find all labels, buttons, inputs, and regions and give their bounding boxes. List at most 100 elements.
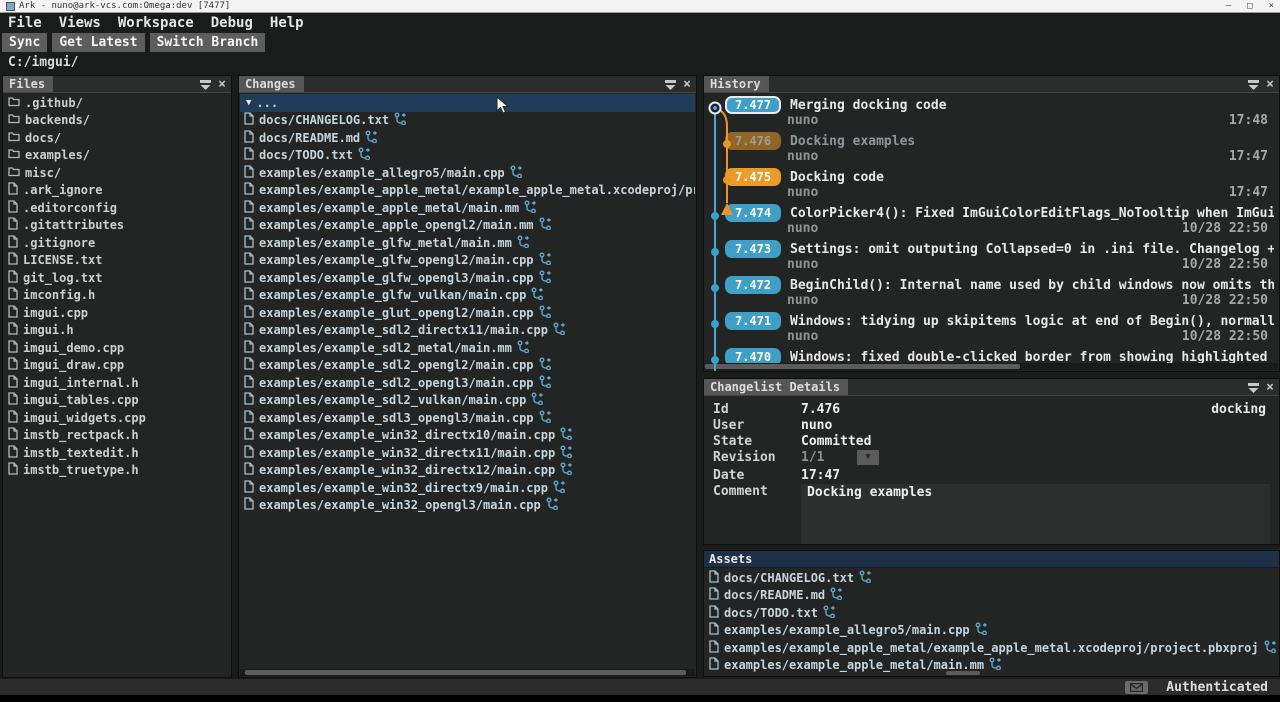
scrollbar-thumb[interactable]: [245, 670, 686, 675]
toolbar-button-get-latest[interactable]: Get Latest: [52, 33, 144, 52]
files-list-item[interactable]: .gitignore: [4, 234, 230, 252]
changes-hscrollbar[interactable]: [240, 669, 695, 676]
changes-list-item[interactable]: examples/example_win32_directx11/main.cp…: [240, 444, 695, 462]
menu-item-help[interactable]: Help: [270, 15, 304, 31]
changes-list-item[interactable]: docs/README.md: [240, 129, 695, 147]
filter-icon[interactable]: [665, 75, 676, 94]
files-list-item[interactable]: LICENSE.txt: [4, 252, 230, 270]
files-list-item[interactable]: docs/: [4, 129, 230, 147]
files-list-item[interactable]: .ark_ignore: [4, 182, 230, 200]
toolbar-button-sync[interactable]: Sync: [2, 33, 47, 52]
changes-list-item[interactable]: examples/example_apple_opengl2/main.mm: [240, 217, 695, 235]
toolbar-button-switch-branch[interactable]: Switch Branch: [150, 33, 266, 52]
folder-icon: [8, 148, 20, 162]
scrollbar-thumb[interactable]: [705, 364, 1020, 369]
changes-list-item[interactable]: examples/example_glfw_opengl3/main.cpp: [240, 269, 695, 287]
changes-list-item[interactable]: examples/example_sdl3_opengl3/main.cpp: [240, 409, 695, 427]
files-list-item[interactable]: backends/: [4, 112, 230, 130]
files-list-item[interactable]: imstb_textedit.h: [4, 444, 230, 462]
files-list-item[interactable]: imgui_demo.cpp: [4, 339, 230, 357]
changes-root-row[interactable]: ▼...: [240, 94, 695, 112]
changes-list-item[interactable]: examples/example_allegro5/main.cpp: [240, 164, 695, 182]
history-entry[interactable]: 7.474ColorPicker4(): Fixed ImGuiColorEdi…: [705, 202, 1278, 238]
chevron-down-icon[interactable]: ▼: [246, 98, 251, 108]
tab-files[interactable]: Files: [3, 76, 53, 92]
files-list-item[interactable]: imgui.h: [4, 322, 230, 340]
changes-list-item[interactable]: examples/example_glut_opengl2/main.cpp: [240, 304, 695, 322]
file-name: docs/: [25, 131, 61, 145]
history-entry[interactable]: 7.475Docking codenuno17:47: [705, 166, 1278, 202]
close-icon[interactable]: ×: [683, 79, 691, 90]
changes-list-item[interactable]: examples/example_sdl2_vulkan/main.cpp: [240, 392, 695, 410]
changes-list-item[interactable]: examples/example_sdl2_opengl2/main.cpp: [240, 357, 695, 375]
history-entry[interactable]: 7.471Windows: tidying up skipitems logic…: [705, 310, 1278, 346]
files-list-item[interactable]: imstb_rectpack.h: [4, 427, 230, 445]
changes-list-item[interactable]: examples/example_win32_directx12/main.cp…: [240, 462, 695, 480]
files-list-item[interactable]: imconfig.h: [4, 287, 230, 305]
files-list-item[interactable]: imgui_widgets.cpp: [4, 409, 230, 427]
changes-list-item[interactable]: docs/CHANGELOG.txt: [240, 112, 695, 130]
close-icon[interactable]: ×: [1266, 79, 1274, 90]
scrollbar-thumb[interactable]: [946, 671, 980, 675]
history-entry[interactable]: 7.472BeginChild(): Internal name used by…: [705, 274, 1278, 310]
files-list-item[interactable]: imgui_draw.cpp: [4, 357, 230, 375]
asset-list-item[interactable]: docs/CHANGELOG.txt: [705, 569, 1278, 587]
changes-list-item[interactable]: examples/example_glfw_vulkan/main.cpp: [240, 287, 695, 305]
history-panel: History × 7.477Merging docking codenuno1…: [703, 75, 1280, 372]
files-list-item[interactable]: imgui_tables.cpp: [4, 392, 230, 410]
files-list-item[interactable]: imstb_truetype.h: [4, 462, 230, 480]
changes-list-item[interactable]: examples/example_glfw_opengl2/main.cpp: [240, 252, 695, 270]
tab-history[interactable]: History: [704, 76, 769, 92]
changes-list-item[interactable]: examples/example_win32_directx9/main.cpp: [240, 479, 695, 497]
minimize-button[interactable]: –: [1226, 2, 1231, 11]
menu-item-file[interactable]: File: [8, 15, 42, 31]
close-icon[interactable]: ×: [218, 79, 226, 90]
history-panel-header: History ×: [704, 76, 1279, 93]
menu-item-views[interactable]: Views: [59, 15, 101, 31]
mail-icon[interactable]: [1125, 681, 1148, 694]
changes-list-item[interactable]: examples/example_win32_opengl3/main.cpp: [240, 497, 695, 515]
history-hscrollbar[interactable]: [705, 363, 1278, 370]
filter-icon[interactable]: [1248, 75, 1259, 94]
close-button[interactable]: ×: [1269, 2, 1274, 11]
asset-list-item[interactable]: examples/example_allegro5/main.cpp: [705, 622, 1278, 640]
tab-changes[interactable]: Changes: [239, 76, 304, 92]
files-list-item[interactable]: .github/: [4, 94, 230, 112]
files-list-item[interactable]: examples/: [4, 147, 230, 165]
history-entry[interactable]: 7.473Settings: omit outputing Collapsed=…: [705, 238, 1278, 274]
assets-hscrollbar[interactable]: [705, 670, 1278, 675]
tab-changelist-details[interactable]: Changelist Details: [704, 379, 848, 395]
comment-textarea[interactable]: Docking examples: [801, 484, 1270, 545]
file-name: .gitattributes: [23, 218, 124, 232]
history-entry[interactable]: 7.476Docking examplesnuno17:47: [705, 130, 1278, 166]
history-entry[interactable]: 7.470Windows: fixed double-clicked borde…: [705, 346, 1278, 363]
files-list-item[interactable]: misc/: [4, 164, 230, 182]
changes-list-item[interactable]: examples/example_apple_metal/example_app…: [240, 182, 695, 200]
maximize-button[interactable]: □: [1247, 2, 1252, 11]
files-list-item[interactable]: imgui.cpp: [4, 304, 230, 322]
history-entry[interactable]: 7.477Merging docking codenuno17:48: [705, 94, 1278, 130]
filter-icon[interactable]: [1248, 378, 1259, 397]
commit-time: 17:47: [1229, 149, 1268, 164]
changes-list-item[interactable]: examples/example_sdl2_directx11/main.cpp: [240, 322, 695, 340]
menu-item-workspace[interactable]: Workspace: [118, 15, 194, 31]
revision-dropdown-button[interactable]: ▼: [857, 450, 879, 465]
asset-list-item[interactable]: examples/example_apple_metal/example_app…: [705, 639, 1278, 657]
asset-list-item[interactable]: docs/README.md: [705, 587, 1278, 605]
close-icon[interactable]: ×: [1266, 382, 1274, 393]
files-list-item[interactable]: .editorconfig: [4, 199, 230, 217]
changes-list-item[interactable]: examples/example_apple_metal/main.mm: [240, 199, 695, 217]
changes-list-item[interactable]: docs/TODO.txt: [240, 147, 695, 165]
changes-list-item[interactable]: examples/example_sdl2_metal/main.mm: [240, 339, 695, 357]
asset-list-item[interactable]: docs/TODO.txt: [705, 604, 1278, 622]
files-list-item[interactable]: git_log.txt: [4, 269, 230, 287]
file-path: examples/example_sdl2_vulkan/main.cpp: [259, 393, 526, 407]
changes-list-item[interactable]: examples/example_sdl2_opengl3/main.cpp: [240, 374, 695, 392]
files-list-item[interactable]: imgui_internal.h: [4, 374, 230, 392]
files-list-item[interactable]: .gitattributes: [4, 217, 230, 235]
filter-icon[interactable]: [200, 75, 211, 94]
file-icon: [244, 287, 254, 303]
changes-list-item[interactable]: examples/example_glfw_metal/main.mm: [240, 234, 695, 252]
menu-item-debug[interactable]: Debug: [211, 15, 253, 31]
changes-list-item[interactable]: examples/example_win32_directx10/main.cp…: [240, 427, 695, 445]
